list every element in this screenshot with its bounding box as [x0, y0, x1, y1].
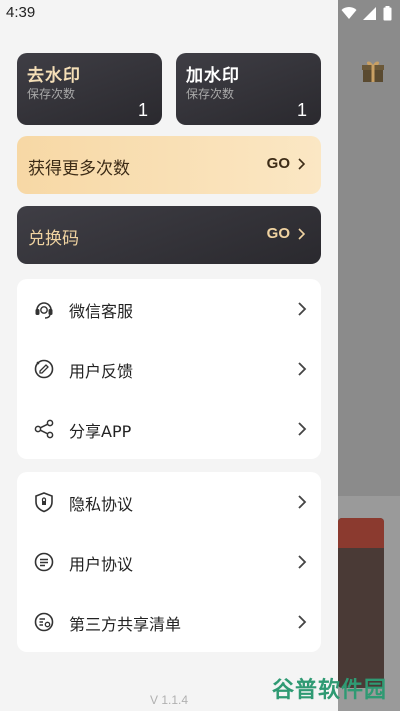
menu-item-label: 隐私协议: [69, 495, 134, 514]
status-icons: [341, 6, 392, 21]
list-icon: [34, 612, 54, 632]
menu-item-privacy-policy[interactable]: 隐私协议: [17, 472, 321, 532]
chevron-right-icon: [298, 615, 307, 629]
signal-icon: [363, 7, 376, 20]
redeem-code-label: 兑换码: [28, 229, 79, 249]
remove-watermark-card[interactable]: 去水印 保存次数 1: [17, 53, 162, 125]
menu-item-third-party-list[interactable]: 第三方共享清单: [17, 592, 321, 652]
chevron-right-icon: [298, 227, 305, 240]
menu-group-support: 微信客服 用户反馈 分享APP: [17, 279, 321, 459]
status-bar: 4:39: [0, 0, 400, 28]
menu-group-legal: 隐私协议 用户协议 第三方共享清单: [17, 472, 321, 652]
side-drawer: 去水印 保存次数 1 加水印 保存次数 1 获得更多次数 GO 兑换码 GO 微…: [0, 0, 338, 711]
redeem-go: GO: [267, 225, 305, 242]
chevron-right-icon: [298, 495, 307, 509]
battery-icon: [383, 6, 392, 21]
add-watermark-count: 1: [296, 100, 307, 120]
site-watermark: 谷普软件园: [272, 678, 388, 703]
add-watermark-subtitle: 保存次数: [186, 87, 235, 101]
share-icon: [34, 419, 54, 439]
chevron-right-icon: [298, 302, 307, 316]
menu-item-feedback[interactable]: 用户反馈: [17, 339, 321, 399]
menu-item-label: 分享APP: [69, 422, 132, 441]
status-time: 4:39: [6, 4, 36, 21]
menu-item-label: 微信客服: [69, 302, 134, 321]
chevron-right-icon: [298, 362, 307, 376]
add-watermark-card[interactable]: 加水印 保存次数 1: [176, 53, 321, 125]
get-more-times-label: 获得更多次数: [28, 159, 130, 179]
chevron-right-icon: [298, 422, 307, 436]
agreement-icon: [34, 552, 54, 572]
gift-icon[interactable]: [360, 58, 386, 84]
get-more-times-button[interactable]: 获得更多次数 GO: [17, 136, 321, 194]
add-watermark-title: 加水印: [186, 66, 240, 86]
menu-item-wechat-service[interactable]: 微信客服: [17, 279, 321, 339]
menu-item-label: 用户协议: [69, 555, 134, 574]
feedback-icon: [34, 359, 54, 379]
remove-watermark-subtitle: 保存次数: [27, 87, 76, 101]
wifi-icon: [341, 7, 357, 20]
remove-watermark-title: 去水印: [27, 66, 81, 86]
menu-item-share-app[interactable]: 分享APP: [17, 399, 321, 459]
redeem-code-button[interactable]: 兑换码 GO: [17, 206, 321, 264]
remove-watermark-count: 1: [137, 100, 148, 120]
chevron-right-icon: [298, 157, 305, 170]
menu-item-label: 第三方共享清单: [69, 615, 182, 634]
redeem-go-label: GO: [266, 225, 290, 242]
get-more-go: GO: [267, 155, 305, 172]
shield-icon: [35, 492, 53, 513]
menu-item-label: 用户反馈: [69, 362, 134, 381]
get-more-go-label: GO: [266, 155, 290, 172]
menu-item-user-agreement[interactable]: 用户协议: [17, 532, 321, 592]
headset-icon: [35, 302, 53, 319]
chevron-right-icon: [298, 555, 307, 569]
